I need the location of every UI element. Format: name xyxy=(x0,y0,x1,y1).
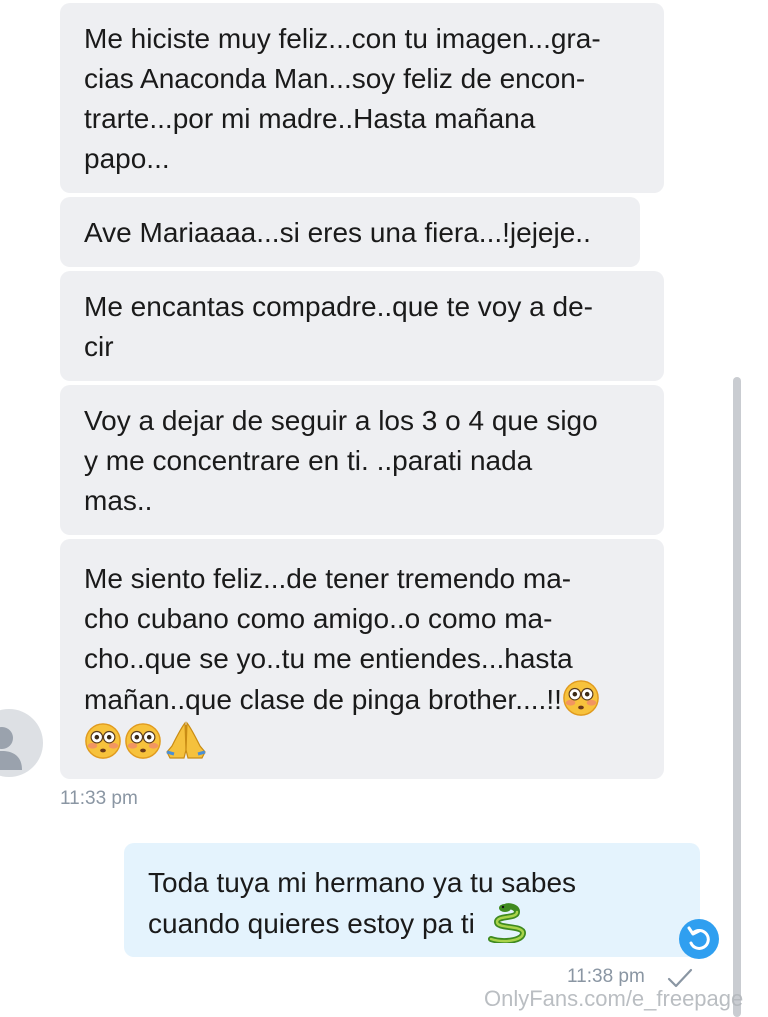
message-text-line: cho cubano como amigo..o como ma- xyxy=(84,603,553,634)
message-text-line: papo... xyxy=(84,143,170,174)
message-text-line: Voy a dejar de seguir a los 3 o 4 que si… xyxy=(84,405,598,436)
undo-icon xyxy=(687,926,710,950)
message-bubble-incoming[interactable]: Me encantas compadre..que te voy a de- c… xyxy=(60,271,664,381)
message-text-line: mas.. xyxy=(84,485,153,516)
message-text-fragment: mañan..que clase de pinga brother....!! xyxy=(84,684,562,715)
watermark: OnlyFans.com/e_freepage xyxy=(484,986,744,1011)
message-text-line: y me concentrare en ti. ..parati nada xyxy=(84,445,533,476)
message-text-line: trarte...por mi madre..Hasta mañana xyxy=(84,103,536,134)
message-bubble-outgoing[interactable]: Toda tuya mi hermano ya tu sabes cuando … xyxy=(124,843,700,957)
flushed-face-emoji xyxy=(85,723,121,759)
scrollbar[interactable] xyxy=(733,377,741,1017)
undo-button[interactable] xyxy=(679,919,719,959)
message-text-line: cir xyxy=(84,331,114,362)
message-text-line: cias Anaconda Man...soy feliz de encon- xyxy=(84,63,586,94)
message-text-line: Ave Mariaaaa...si eres una fiera...!jeje… xyxy=(84,217,591,248)
message-text-line: Me encantas compadre..que te voy a de- xyxy=(84,291,593,322)
message-text-line: mañan..que clase de pinga brother....!! xyxy=(84,679,640,720)
message-bubble-incoming[interactable]: Me hiciste muy feliz...con tu imagen...g… xyxy=(60,3,664,193)
message-text-line: cho..que se yo..tu me entiendes...hasta xyxy=(84,643,573,674)
message-timestamp: 11:33 pm xyxy=(60,788,138,809)
default-avatar-icon[interactable] xyxy=(0,708,44,778)
emoji-row xyxy=(84,720,640,763)
message-bubble-incoming[interactable]: Voy a dejar de seguir a los 3 o 4 que si… xyxy=(60,385,664,535)
folded-hands-emoji xyxy=(166,721,206,759)
chat-thread: Me hiciste muy feliz...con tu imagen...g… xyxy=(0,0,768,1017)
message-text-line: Me hiciste muy feliz...con tu imagen...g… xyxy=(84,23,601,54)
flushed-face-emoji xyxy=(563,680,599,716)
snake-emoji xyxy=(487,903,526,943)
message-text-line: Me siento feliz...de tener tremendo ma- xyxy=(84,563,572,594)
message-bubble-incoming[interactable]: Me siento feliz...de tener tremendo ma- … xyxy=(60,539,664,779)
message-bubble-incoming[interactable]: Ave Mariaaaa...si eres una fiera...!jeje… xyxy=(60,197,640,267)
message-text-line: cuando quieres estoy pa ti xyxy=(148,903,676,944)
message-timestamp: 11:38 pm xyxy=(567,966,645,987)
message-text-fragment: cuando quieres estoy pa ti xyxy=(148,908,475,939)
message-text-line: Toda tuya mi hermano ya tu sabes xyxy=(148,867,577,898)
flushed-face-emoji xyxy=(125,723,161,759)
